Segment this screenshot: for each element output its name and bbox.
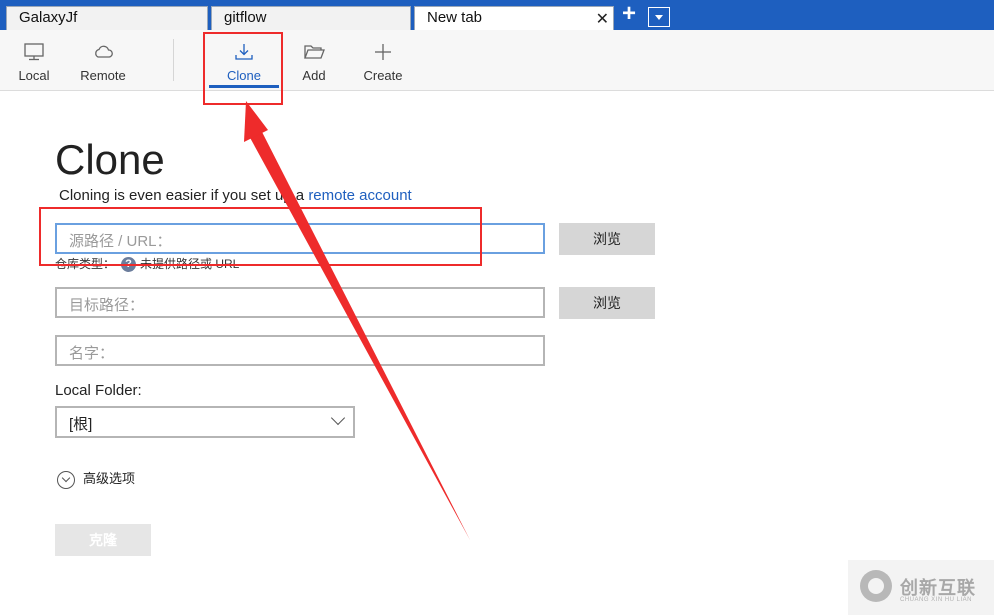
advanced-options-toggle[interactable]: 高级选项 [57,468,136,489]
toolbar-remote-button[interactable]: Remote [78,30,128,91]
local-folder-select[interactable]: [根] [55,406,355,438]
local-folder-value: [根] [69,416,93,433]
browse-source-button[interactable]: 浏览 [559,223,655,255]
remote-account-link[interactable]: remote account [308,187,411,204]
close-icon[interactable]: ✕ [596,9,609,29]
annotation-highlight-source [39,207,482,266]
toolbar: Local Remote Clone Add Create [0,30,994,91]
logo-icon [860,570,892,602]
toolbar-create-button[interactable]: Create [360,30,406,91]
tab-label: gitflow [224,9,267,26]
clone-subtitle: Cloning is even easier if you set up a r… [59,187,412,204]
watermark: 创新互联 CHUANG XIN HU LIAN [848,560,994,615]
toolbar-label: Remote [80,68,126,83]
toolbar-divider [173,39,174,81]
monitor-icon [24,43,44,61]
tab-gitflow[interactable]: gitflow [211,6,411,30]
watermark-subtext: CHUANG XIN HU LIAN [900,597,973,603]
cloud-icon [95,45,113,58]
tab-bar: GalaxyJf gitflow New tab ✕ + [0,0,994,30]
expand-circle-icon [57,470,75,489]
tab-label: New tab [427,9,483,26]
tab-menu-button[interactable] [648,7,670,27]
chevron-down-icon [655,15,663,20]
destination-path-input[interactable]: 目标路径： [55,287,545,318]
toolbar-local-button[interactable]: Local [14,30,54,91]
toolbar-label: Local [18,68,50,83]
subtitle-text: Cloning is even easier if you set up a [59,187,309,204]
page-title: Clone [55,136,165,183]
browse-destination-button[interactable]: 浏览 [559,287,655,319]
tab-galaxyjf[interactable]: GalaxyJf [6,6,208,30]
name-input[interactable]: 名字： [55,335,545,366]
arrow-head [244,101,268,142]
local-folder-label: Local Folder: [55,382,142,399]
tab-label: GalaxyJf [19,9,78,26]
folder-open-icon [304,45,325,59]
tab-new-tab[interactable]: New tab ✕ [414,6,614,30]
app-window: GalaxyJf gitflow New tab ✕ + Local Remot… [0,0,994,615]
chevron-down-icon [330,410,346,426]
clone-button[interactable]: 克隆 [55,524,151,556]
plus-icon [375,44,391,60]
toolbar-add-button[interactable]: Add [296,30,332,91]
annotation-highlight-clone [203,32,283,105]
toolbar-label: Add [302,68,326,83]
add-tab-button[interactable]: + [618,2,640,26]
advanced-options-label: 高级选项 [83,471,136,486]
toolbar-label: Create [363,68,403,83]
